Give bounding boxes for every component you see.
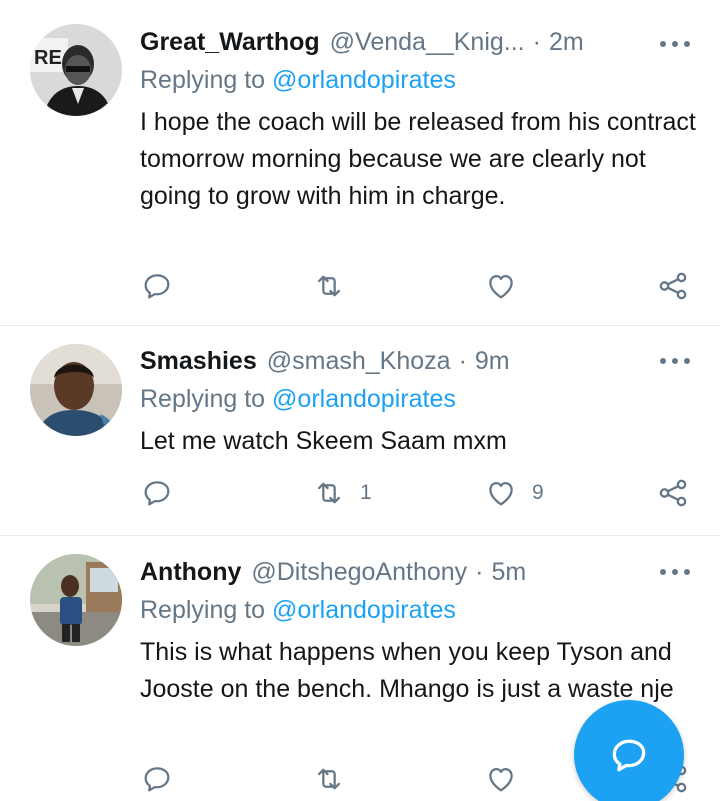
compose-reply-button[interactable] bbox=[574, 700, 684, 801]
share-button[interactable] bbox=[656, 269, 690, 303]
replying-to: Replying to @orlandopirates bbox=[140, 385, 456, 414]
like-count: 9 bbox=[532, 481, 544, 504]
reply-icon bbox=[144, 274, 170, 299]
replying-to: Replying to @orlandopirates bbox=[140, 66, 456, 95]
like-button[interactable] bbox=[484, 762, 532, 796]
reply-icon bbox=[144, 481, 170, 506]
user-handle[interactable]: @smash_Khoza bbox=[267, 347, 451, 376]
share-button[interactable] bbox=[656, 476, 690, 510]
avatar-image bbox=[30, 344, 122, 436]
tweet-actions bbox=[0, 269, 720, 309]
retweet-icon bbox=[317, 768, 341, 790]
avatar[interactable] bbox=[30, 554, 122, 646]
more-icon[interactable] bbox=[660, 349, 690, 373]
reply-button[interactable] bbox=[140, 269, 174, 303]
display-name[interactable]: Anthony bbox=[140, 558, 241, 587]
share-icon bbox=[659, 479, 687, 507]
avatar[interactable]: RE 41 bbox=[30, 24, 122, 116]
replying-to-mention[interactable]: @orlandopirates bbox=[272, 385, 456, 413]
user-handle[interactable]: @Venda__Knig... bbox=[330, 28, 525, 57]
replying-to-mention[interactable]: @orlandopirates bbox=[272, 596, 456, 624]
tweet-header: Great_Warthog @Venda__Knig... · 2m bbox=[140, 24, 700, 60]
separator-dot: · bbox=[458, 346, 467, 375]
compose-reply-icon bbox=[612, 739, 646, 772]
tweet-text: This is what happens when you keep Tyson… bbox=[140, 638, 674, 703]
reply-button[interactable] bbox=[140, 762, 174, 796]
like-button[interactable]: 9 bbox=[484, 476, 544, 510]
tweet-2[interactable]: Smashies @smash_Khoza · 9m Replying to @… bbox=[0, 326, 720, 535]
retweet-icon bbox=[317, 275, 341, 297]
timestamp[interactable]: 5m bbox=[492, 558, 527, 587]
replying-to-label: Replying to bbox=[140, 596, 273, 624]
retweet-count: 1 bbox=[360, 481, 372, 504]
reply-icon bbox=[144, 767, 170, 792]
more-icon[interactable] bbox=[660, 560, 690, 584]
replying-to-mention[interactable]: @orlandopirates bbox=[272, 66, 456, 94]
more-icon[interactable] bbox=[660, 32, 690, 56]
replying-to-label: Replying to bbox=[140, 66, 273, 94]
replying-to-label: Replying to bbox=[140, 385, 273, 413]
retweet-button[interactable] bbox=[312, 762, 360, 796]
display-name[interactable]: Smashies bbox=[140, 347, 257, 376]
tweet-text: Let me watch Skeem Saam mxm bbox=[140, 427, 507, 455]
avatar[interactable] bbox=[30, 344, 122, 436]
heart-icon bbox=[489, 274, 513, 299]
heart-icon bbox=[489, 481, 513, 506]
tweet-header: Smashies @smash_Khoza · 9m bbox=[140, 343, 700, 379]
avatar-image: RE 41 bbox=[30, 24, 122, 116]
retweet-icon bbox=[317, 482, 341, 504]
separator-dot: · bbox=[475, 557, 484, 586]
replying-to: Replying to @orlandopirates bbox=[140, 596, 456, 625]
tweet-header: Anthony @DitshegoAnthony · 5m bbox=[140, 554, 700, 590]
tweet-1[interactable]: RE 41 Great_Warthog @Venda__Knig... · 2m… bbox=[0, 0, 720, 325]
tweet-actions: 1 9 bbox=[0, 476, 720, 516]
retweet-button[interactable] bbox=[312, 269, 360, 303]
timestamp[interactable]: 9m bbox=[475, 347, 510, 376]
like-button[interactable] bbox=[484, 269, 532, 303]
timestamp[interactable]: 2m bbox=[549, 28, 584, 57]
reply-button[interactable] bbox=[140, 476, 174, 510]
display-name[interactable]: Great_Warthog bbox=[140, 28, 320, 57]
tweet-text: I hope the coach will be released from h… bbox=[140, 108, 696, 210]
share-icon bbox=[659, 272, 687, 300]
avatar-image bbox=[30, 554, 122, 646]
heart-icon bbox=[489, 767, 513, 792]
retweet-button[interactable]: 1 bbox=[312, 476, 372, 510]
user-handle[interactable]: @DitshegoAnthony bbox=[251, 558, 467, 587]
separator-dot: · bbox=[532, 27, 541, 56]
